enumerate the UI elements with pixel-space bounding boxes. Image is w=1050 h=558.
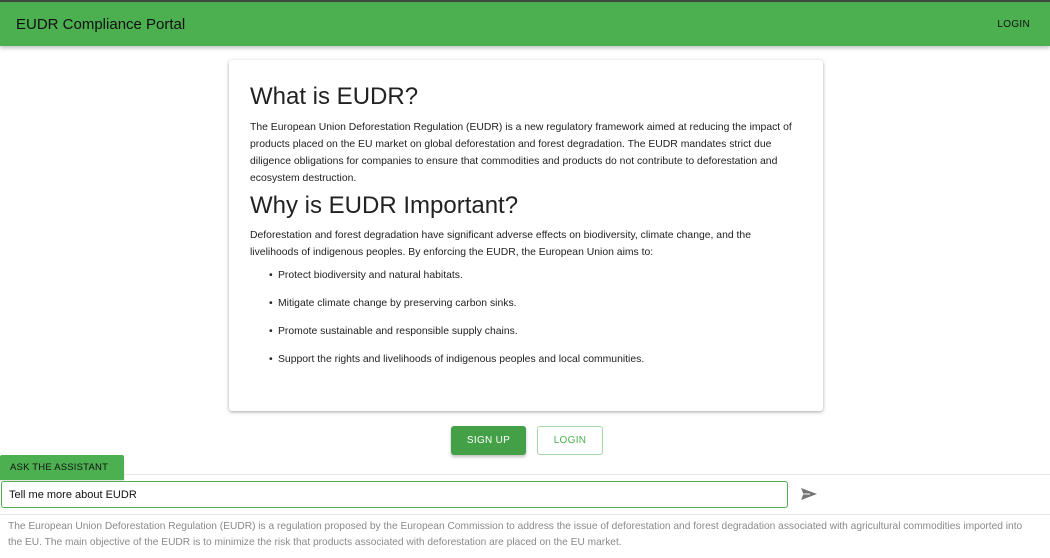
info-card: What is EUDR? The European Union Defores… xyxy=(229,60,823,411)
ask-assistant-tab[interactable]: ASK THE ASSISTANT xyxy=(0,455,124,480)
list-item: Support the rights and livelihoods of in… xyxy=(269,352,802,368)
signup-button[interactable]: SIGN UP xyxy=(451,426,526,455)
what-heading: What is EUDR? xyxy=(250,83,419,110)
login-button[interactable]: LOGIN xyxy=(537,426,603,455)
app-title: EUDR Compliance Portal xyxy=(16,15,186,33)
list-item: Promote sustainable and responsible supp… xyxy=(269,324,802,340)
benefits-list: Protect biodiversity and natural habitat… xyxy=(250,268,802,368)
assistant-input[interactable] xyxy=(1,481,788,508)
what-paragraph: The European Union Deforestation Regulat… xyxy=(250,122,792,184)
send-icon[interactable] xyxy=(800,487,818,501)
why-heading: Why is EUDR Important? xyxy=(250,192,519,219)
answer-divider xyxy=(0,514,1050,515)
assistant-divider xyxy=(0,474,1050,475)
app-bar: EUDR Compliance Portal LOGIN xyxy=(0,0,1050,46)
list-item: Protect biodiversity and natural habitat… xyxy=(269,268,802,284)
assistant-answer: The European Union Deforestation Regulat… xyxy=(8,521,1023,548)
header-login-button[interactable]: LOGIN xyxy=(997,19,1030,30)
list-item: Mitigate climate change by preserving ca… xyxy=(269,296,802,312)
why-paragraph: Deforestation and forest degradation hav… xyxy=(250,230,751,258)
